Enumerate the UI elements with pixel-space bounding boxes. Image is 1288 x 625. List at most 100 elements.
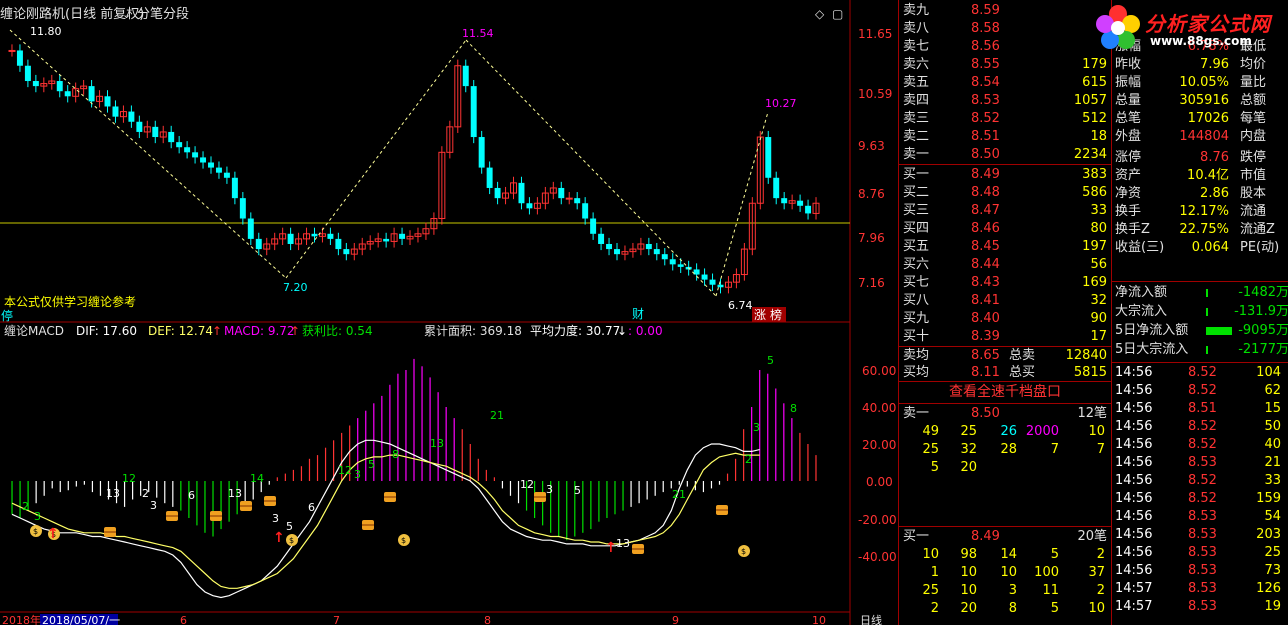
chevron-down-icon[interactable]: ⌄ [122,8,131,21]
stat-label: 换手 [1115,204,1142,219]
full-depth-button[interactable]: 查看全速千档盘口 [899,381,1111,403]
candle-body [717,284,724,288]
level-label: 买五 [903,239,930,254]
up-arrow-icon: ↑ [212,324,222,338]
bar-count: 3 [34,510,41,523]
level-price: 8.56 [971,39,1000,54]
stat-label: 昨收 [1115,57,1142,72]
level-volume: 32 [1090,293,1107,308]
close-icon[interactable]: ▢ [832,7,843,21]
sell-level-row[interactable]: 卖七 8.56 [899,38,1111,56]
peak-label: 11.80 [30,25,62,38]
buy-level-row[interactable]: 买二 8.48 586 [899,184,1111,202]
buy-level-row[interactable]: 买四 8.46 80 [899,220,1111,238]
order-queue-cell: 28 [1000,442,1017,457]
order-queue-cell: 25 [922,442,939,457]
tick-row: 14:56 8.52 159 [1112,490,1288,508]
candle-body [168,131,175,143]
order-queue-cell: 11 [1042,583,1059,598]
tick-time: 14:56 [1115,401,1153,416]
candle-body [773,177,780,199]
stat-row: 换手 12.17% 流通 [1112,203,1288,221]
candle-body [399,233,406,239]
buy-level-row[interactable]: 买三 8.47 33 [899,202,1111,220]
level-price: 8.48 [971,185,1000,200]
level-label: 卖五 [903,75,930,90]
tick-volume: 62 [1264,383,1281,398]
tick-time: 14:56 [1115,365,1153,380]
tick-volume: 25 [1264,545,1281,560]
candle-body [526,203,533,209]
flow-bar [1206,308,1208,316]
bar-count: 8 [392,448,399,461]
order-queue-cell: 14 [1000,547,1017,562]
candle-body [287,233,294,244]
bar-count: 14 [250,472,264,485]
buy-arrow-icon: ↑ [605,540,617,556]
tick-time: 14:57 [1115,599,1153,614]
level-label: 买九 [903,311,930,326]
order-queue-cell: 8 [1008,601,1017,616]
sell1-detail-header: 卖一 8.50 12笔 [903,406,1107,421]
tick-volume: 126 [1256,581,1281,596]
buy-level-row[interactable]: 买七 8.43 169 [899,274,1111,292]
flow-bar [1206,327,1232,335]
bar-count: 2 [745,453,752,466]
indicator-toggle[interactable]: 分笔分段 [137,6,189,22]
sell-level-row[interactable]: 卖五 8.54 615 [899,74,1111,92]
bar-count: 3 [753,421,760,434]
tick-price: 8.53 [1188,581,1217,596]
level-label: 买十 [903,329,930,344]
tick-row: 14:57 8.53 19 [1112,598,1288,616]
tick-row: 14:56 8.52 33 [1112,472,1288,490]
stat-row: 振幅 10.05% 量比 [1112,74,1288,92]
flow-value: -1482万 [1238,285,1288,300]
logo-text: 分析家公式网 [1145,12,1271,36]
sell-level-row[interactable]: 卖四 8.53 1057 [899,92,1111,110]
sell-level-row[interactable]: 卖二 8.51 18 [899,128,1111,146]
chart-area[interactable]: $ $$ $$↑ ↑↑ 缠论刚路机(日线 前复权) ⌄ 分笔分段 ◇ ▢ 11.65 … [0,0,898,625]
stat-row: 收益(三) 0.064 PE(动) [1112,239,1288,257]
macd-tick: 60.00 [862,364,896,378]
order-queue-cell: 98 [960,547,977,562]
tick-price: 8.53 [1188,455,1217,470]
formula-note: 本公式仅供学习缠论参考 [4,294,136,309]
bar-count: 13 [616,537,630,550]
macd-name: 缠论MACD [4,323,64,338]
level-price: 8.50 [971,147,1000,162]
stat-label-2: 总额 [1240,93,1267,108]
level-label: 卖九 [903,3,930,18]
order-queue-cell: 25 [922,583,939,598]
price-tick: 7.96 [858,231,885,245]
buy-level-row[interactable]: 买六 8.44 56 [899,256,1111,274]
stat-label-2: 流通 [1240,204,1267,219]
diamond-icon[interactable]: ◇ [815,7,825,21]
sell-level-row[interactable]: 卖八 8.58 [899,20,1111,38]
sell-level-row[interactable]: 卖九 8.59 [899,2,1111,20]
buy-level-row[interactable]: 买五 8.45 197 [899,238,1111,256]
order-queue-cell: 10 [960,565,977,580]
flow-label: 净流入额 [1115,285,1168,300]
candle-body [104,96,111,107]
stop-badge: 停 [1,308,13,323]
buy-level-row[interactable]: 买一 8.49 383 [899,166,1111,184]
sell-level-row[interactable]: 卖六 8.55 179 [899,56,1111,74]
stat-label-2: PE(动) [1240,240,1280,255]
candle-body [215,167,222,173]
buy-level-row[interactable]: 买八 8.41 32 [899,292,1111,310]
buy-level-row[interactable]: 买十 8.39 17 [899,328,1111,346]
order-queue-row: 25 32 28 7 7 [899,441,1111,459]
order-queue-cell: 5 [1050,601,1059,616]
buy-level-row[interactable]: 买九 8.40 90 [899,310,1111,328]
stat-label: 总量 [1115,93,1142,108]
tick-time: 14:56 [1115,419,1153,434]
sell-level-row[interactable]: 卖一 8.50 2234 [899,146,1111,164]
flow-label: 5日净流入额 [1115,323,1189,338]
treasure-icon [166,511,178,521]
order-queue-cell: 10 [1088,424,1105,439]
sell-level-row[interactable]: 卖三 8.52 512 [899,110,1111,128]
stat-label-2: 股本 [1240,186,1267,201]
down-arrow-icon: ↓ [617,324,627,338]
tick-price: 8.53 [1188,563,1217,578]
tick-row: 14:56 8.52 62 [1112,382,1288,400]
